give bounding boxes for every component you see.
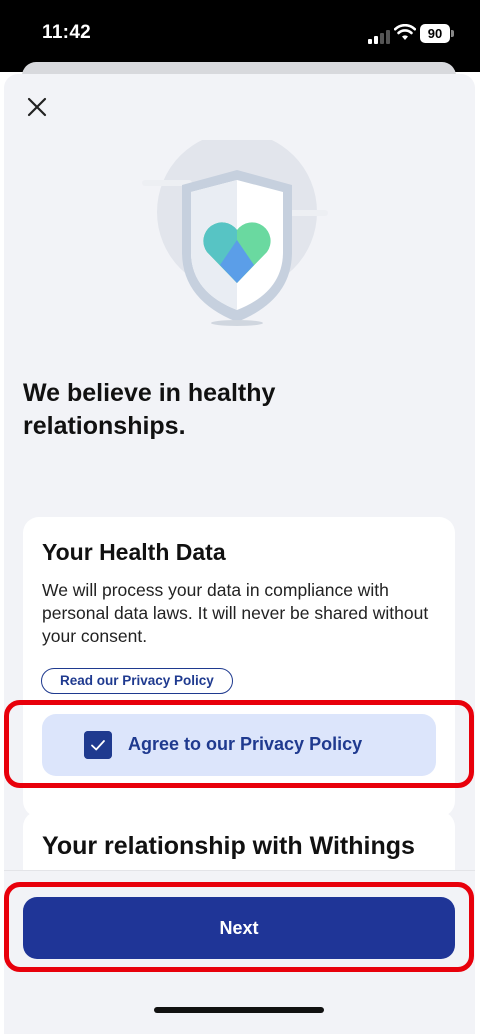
privacy-sheet: We believe in healthy relationships. You…: [4, 74, 475, 1034]
page-title: We believe in healthy relationships.: [23, 379, 276, 440]
checkbox-checked-icon[interactable]: [84, 731, 112, 759]
read-privacy-policy-button[interactable]: Read our Privacy Policy: [41, 668, 233, 694]
card-title: Your Health Data: [42, 539, 226, 565]
agree-label: Agree to our Privacy Policy: [128, 734, 363, 754]
agree-privacy-policy-checkbox-row[interactable]: Agree to our Privacy Policy: [42, 714, 436, 776]
wifi-icon: [394, 24, 416, 40]
footer: Next: [4, 870, 475, 1034]
next-button[interactable]: Next: [23, 897, 455, 959]
cellular-signal-icon: [368, 30, 390, 44]
battery-icon: 90: [420, 24, 454, 43]
health-data-card: Your Health Data We will process your da…: [23, 517, 455, 817]
battery-level: 90: [420, 24, 450, 43]
card-title: Your relationship with Withings: [42, 832, 415, 860]
status-time: 11:42: [42, 22, 92, 43]
shield-heart-illustration: [142, 140, 328, 326]
close-icon[interactable]: [24, 94, 50, 120]
home-indicator: [154, 1007, 324, 1013]
card-description: We will process your data in compliance …: [42, 580, 429, 646]
